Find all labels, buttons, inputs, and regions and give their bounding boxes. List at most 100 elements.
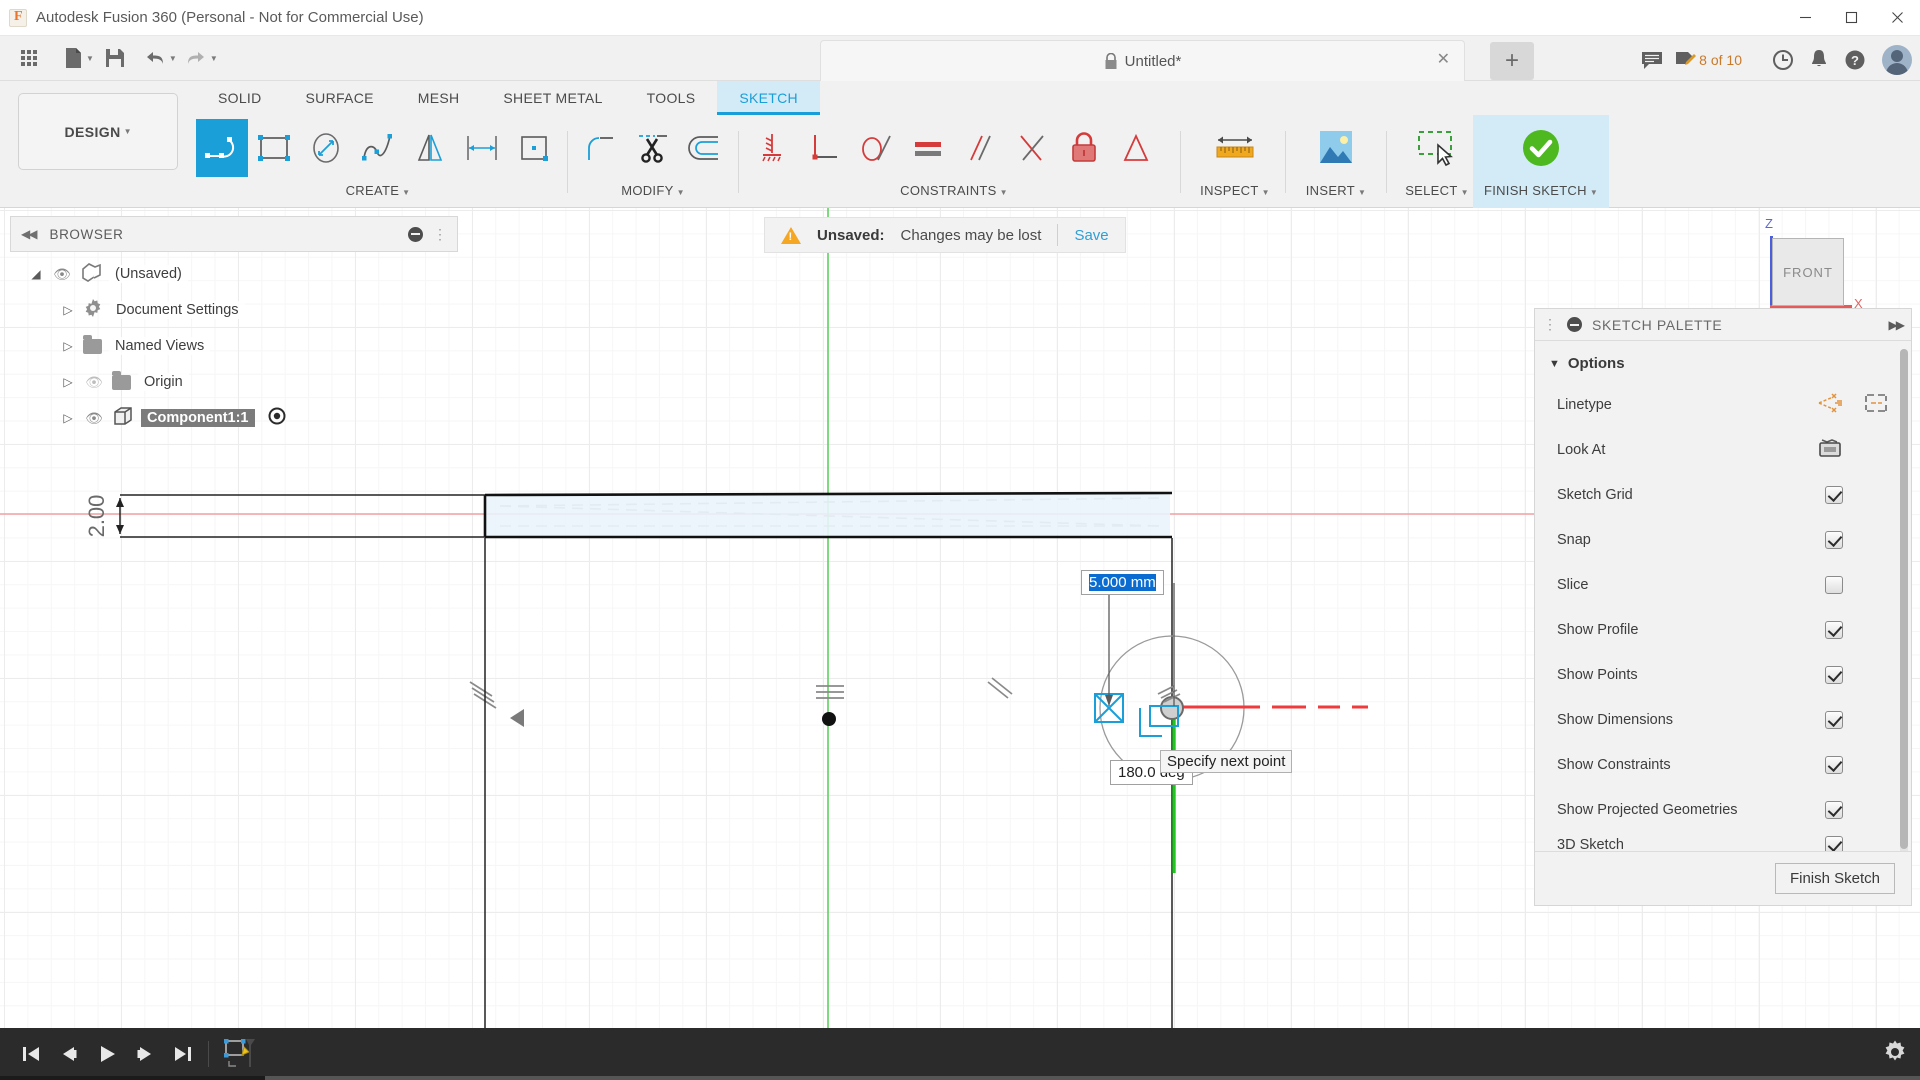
symmetry-constraint[interactable] <box>1110 119 1162 177</box>
sketch1-feature[interactable] <box>215 1035 261 1073</box>
length-input-field[interactable]: 5.000 mm <box>1081 570 1164 595</box>
chevron-down-icon[interactable]: ▼ <box>1262 188 1270 197</box>
activate-component-icon[interactable] <box>268 407 286 429</box>
step-forward-button[interactable] <box>126 1035 164 1073</box>
step-back-button[interactable] <box>50 1035 88 1073</box>
tab-mesh[interactable]: MESH <box>396 81 482 115</box>
slice-checkbox[interactable] <box>1825 576 1843 594</box>
sketch-dimension-tool[interactable] <box>456 119 508 177</box>
palette-scrollbar[interactable] <box>1900 349 1908 851</box>
equal-constraint[interactable] <box>902 119 954 177</box>
user-avatar[interactable] <box>1882 45 1912 75</box>
minimize-icon[interactable] <box>1567 317 1582 332</box>
chevron-down-icon[interactable]: ▼ <box>1461 188 1469 197</box>
app-grid-icon[interactable] <box>12 40 46 76</box>
new-tab-button[interactable]: + <box>1490 42 1534 80</box>
play-button[interactable] <box>88 1035 126 1073</box>
show-profile-checkbox[interactable] <box>1825 621 1843 639</box>
tab-tools[interactable]: TOOLS <box>625 81 718 115</box>
maximize-button[interactable] <box>1828 0 1874 36</box>
trim-tool[interactable] <box>627 119 679 177</box>
comments-icon[interactable] <box>1635 42 1669 78</box>
show-projected-geometries-checkbox[interactable] <box>1825 801 1843 819</box>
insert-image-tool[interactable] <box>1300 119 1372 177</box>
jobs-status[interactable]: 8 of 10 <box>1671 42 1746 78</box>
tab-surface[interactable]: SURFACE <box>284 81 396 115</box>
expander-icon[interactable]: ▷ <box>60 303 76 317</box>
look-at-icon[interactable] <box>1817 437 1843 463</box>
rectangle-tool[interactable] <box>248 119 300 177</box>
minimize-button[interactable] <box>1782 0 1828 36</box>
collapse-left-icon[interactable]: ◀◀ <box>21 227 35 241</box>
undo-icon[interactable]: ▼ <box>140 40 181 76</box>
resize-grip-icon[interactable]: ⋮ <box>1543 316 1557 333</box>
spline-tool[interactable] <box>352 119 404 177</box>
visibility-hidden-icon[interactable]: 👁 <box>83 374 105 391</box>
sketch-grid-checkbox[interactable] <box>1825 486 1843 504</box>
tab-sketch[interactable]: SKETCH <box>717 81 820 115</box>
timeline-track[interactable] <box>0 1076 1920 1080</box>
view-cube-front-face[interactable]: FRONT <box>1772 238 1844 306</box>
help-icon[interactable]: ? <box>1838 42 1872 78</box>
new-file-icon[interactable]: ▼ <box>60 40 98 76</box>
visibility-eye-icon[interactable]: 👁 <box>51 266 73 283</box>
measure-tool[interactable] <box>1199 119 1271 177</box>
document-tab-close-icon[interactable]: ✕ <box>1437 52 1450 68</box>
jump-to-end-button[interactable] <box>164 1035 202 1073</box>
chevron-down-icon[interactable]: ▼ <box>402 188 410 197</box>
options-section-header[interactable]: ▼ Options <box>1535 347 1911 382</box>
select-tool[interactable] <box>1401 119 1473 177</box>
line-tool[interactable] <box>196 119 248 177</box>
redo-icon[interactable]: ▼ <box>181 40 222 76</box>
expander-icon[interactable]: ▷ <box>60 375 76 389</box>
expander-icon[interactable]: ◢ <box>28 267 44 281</box>
tangent-constraint[interactable] <box>850 119 902 177</box>
save-link[interactable]: Save <box>1074 227 1108 244</box>
browser-item-document-settings[interactable]: ▷ Document Settings <box>10 292 458 328</box>
browser-item-unsaved[interactable]: ◢ 👁 (Unsaved) <box>10 256 458 292</box>
sketch-canvas[interactable]: 2.00 50.00 <box>0 208 1920 1080</box>
show-dimensions-checkbox[interactable] <box>1825 711 1843 729</box>
construction-linetype-icon[interactable] <box>1817 392 1843 418</box>
offset-tool[interactable] <box>679 119 731 177</box>
finish-sketch-tool[interactable]: FINISH SKETCH▼ <box>1473 115 1609 208</box>
chevron-down-icon[interactable]: ▼ <box>677 188 685 197</box>
chevron-down-icon[interactable]: ▼ <box>1590 188 1598 197</box>
expand-right-icon[interactable]: ▶▶ <box>1889 318 1903 332</box>
3d-sketch-checkbox[interactable] <box>1825 836 1843 851</box>
tab-solid[interactable]: SOLID <box>196 81 284 115</box>
clock-icon[interactable] <box>1766 42 1800 78</box>
visibility-eye-icon[interactable]: 👁 <box>83 410 105 427</box>
chevron-down-icon[interactable]: ▼ <box>1000 188 1008 197</box>
parallel-constraint[interactable] <box>954 119 1006 177</box>
browser-item-component1[interactable]: ▷ 👁 Component1:1 <box>10 400 458 436</box>
snap-checkbox[interactable] <box>1825 531 1843 549</box>
workspace-switcher[interactable]: DESIGN ▼ <box>18 93 178 170</box>
bell-icon[interactable] <box>1802 42 1836 78</box>
minimize-icon[interactable] <box>408 227 423 242</box>
fillet-tool[interactable] <box>575 119 627 177</box>
close-button[interactable] <box>1874 0 1920 36</box>
resize-grip-icon[interactable]: ⋮ <box>433 226 447 243</box>
midpoint-constraint[interactable] <box>1006 119 1058 177</box>
browser-item-origin[interactable]: ▷ 👁 Origin <box>10 364 458 400</box>
jump-to-beginning-button[interactable] <box>12 1035 50 1073</box>
fix-constraint[interactable] <box>1058 119 1110 177</box>
mirror-tool[interactable] <box>404 119 456 177</box>
timeline-settings-icon[interactable] <box>1882 1039 1908 1070</box>
expander-icon[interactable]: ▷ <box>60 411 76 425</box>
perpendicular-constraint[interactable] <box>798 119 850 177</box>
tab-sheet-metal[interactable]: SHEET METAL <box>481 81 624 115</box>
circle-tool[interactable] <box>300 119 352 177</box>
rectangular-pattern-tool[interactable] <box>508 119 560 177</box>
document-tab[interactable]: Untitled* ✕ <box>820 40 1465 81</box>
expander-icon[interactable]: ▷ <box>60 339 76 353</box>
finish-sketch-button[interactable]: Finish Sketch <box>1775 863 1895 894</box>
chevron-down-icon[interactable]: ▼ <box>1358 188 1366 197</box>
centerline-linetype-icon[interactable] <box>1863 392 1889 418</box>
browser-item-named-views[interactable]: ▷ Named Views <box>10 328 458 364</box>
fix-ground-constraint[interactable] <box>746 119 798 177</box>
show-points-checkbox[interactable] <box>1825 666 1843 684</box>
save-icon[interactable] <box>98 40 132 76</box>
show-constraints-checkbox[interactable] <box>1825 756 1843 774</box>
